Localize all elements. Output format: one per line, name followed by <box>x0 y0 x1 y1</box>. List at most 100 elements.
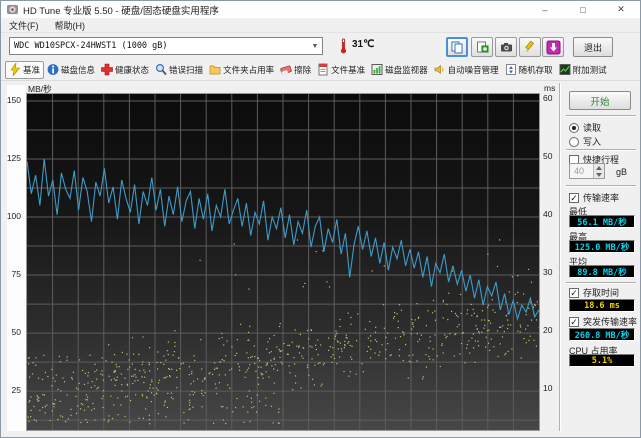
tab-label: 文件夹占用率 <box>223 64 275 75</box>
minimize-button[interactable]: – <box>526 1 564 18</box>
tab-folder-usage[interactable]: 文件夹占用率 <box>206 61 277 79</box>
access-time-display: 18.6 ms <box>569 299 635 312</box>
camera-icon <box>500 42 512 51</box>
chevron-down-icon: ▼ <box>311 42 319 50</box>
tab-benchmark[interactable]: 基准 <box>5 60 45 79</box>
y-axis-tick-label: 125 <box>6 152 21 163</box>
pencil-icon <box>524 40 534 52</box>
chart-plot-area <box>27 94 539 430</box>
tab-label: 磁盘信息 <box>61 64 96 75</box>
temperature-value: 31℃ <box>352 39 375 50</box>
tab-label: 基准 <box>23 64 41 75</box>
app-icon <box>7 4 18 15</box>
min-value-display: 56.1 MB/秒 <box>569 215 635 228</box>
close-button[interactable]: ✕ <box>602 1 640 18</box>
right-axis-unit-label: ms <box>544 83 556 93</box>
benchmark-panel: 开始 读取 写入 快捷行程 40 gB ✓ 传输速率 最低 56.1 MB/秒 … <box>559 83 639 431</box>
tab-label: 附加测试 <box>572 64 607 75</box>
capacity-spinner[interactable]: 40 <box>569 163 605 179</box>
screenshot-button[interactable] <box>495 37 517 57</box>
avg-value-display: 89.8 MB/秒 <box>569 265 635 278</box>
tab-bar: 基准 磁盘信息 健康状态 错误扫描 文件夹占用率 擦除 文件基准 磁盘监视器 自… <box>1 59 640 81</box>
checkbox-checked-icon: ✓ <box>569 316 579 327</box>
maximize-button[interactable]: □ <box>564 1 602 18</box>
eraser-icon <box>280 65 292 75</box>
copy-image-button[interactable] <box>471 37 493 57</box>
ms-axis-tick-label: 40 <box>543 209 553 219</box>
access-time-label: 存取时间 <box>583 288 620 298</box>
title-bar: HD Tune 专业版 5.50 - 硬盘/固态硬盘实用程序 – □ ✕ <box>1 1 640 18</box>
tab-file-benchmark[interactable]: 文件基准 <box>314 61 368 79</box>
access-time-checkbox[interactable]: ✓ 存取时间 <box>569 286 619 299</box>
start-button[interactable]: 开始 <box>569 91 631 110</box>
ms-axis-tick-label: 50 <box>543 151 553 161</box>
separator <box>566 282 636 284</box>
tab-disk-info[interactable]: 磁盘信息 <box>44 61 98 79</box>
benchmark-lightning-icon <box>10 63 21 76</box>
burst-rate-checkbox[interactable]: ✓ 突发传输速率 <box>569 315 637 328</box>
annotate-button[interactable] <box>519 37 541 57</box>
ms-axis-tick-label: 30 <box>543 267 553 277</box>
copy-button[interactable] <box>446 37 468 57</box>
tab-aam[interactable]: 自动噪音管理 <box>431 61 502 79</box>
separator <box>566 115 636 117</box>
radio-selected-icon <box>569 122 579 133</box>
tab-label: 错误扫描 <box>169 64 204 75</box>
spinner-up-icon[interactable] <box>594 164 604 171</box>
tab-extra-tests[interactable]: 附加测试 <box>556 61 610 79</box>
capacity-unit-label: gB <box>616 167 628 177</box>
drive-select[interactable]: WDC WD10SPCX-24HWST1 (1000 gB) ▼ <box>9 37 323 55</box>
menu-bar: 文件(F) 帮助(H) <box>1 18 640 33</box>
tab-label: 文件基准 <box>331 64 366 75</box>
save-arrow-icon <box>546 40 560 54</box>
menu-file[interactable]: 文件(F) <box>1 18 47 32</box>
read-radio[interactable]: 读取 <box>569 121 601 134</box>
random-access-icon <box>505 64 516 75</box>
spinner-buttons <box>593 164 604 178</box>
y-axis-tick-label: 25 <box>11 385 21 396</box>
tab-label: 自动噪音管理 <box>447 64 499 75</box>
save-button[interactable] <box>542 37 564 57</box>
tab-disk-monitor[interactable]: 磁盘监视器 <box>368 61 431 79</box>
toolbar: WDC WD10SPCX-24HWST1 (1000 gB) ▼ 31℃ 退出 <box>1 33 640 59</box>
read-radio-label: 读取 <box>583 123 602 133</box>
checkbox-checked-icon: ✓ <box>569 192 579 203</box>
thermometer-icon <box>340 38 347 54</box>
write-radio[interactable]: 写入 <box>569 135 601 148</box>
transfer-rate-label: 传输速率 <box>583 193 620 203</box>
ms-axis-tick-label: 60 <box>543 93 553 103</box>
tab-label: 磁盘监视器 <box>385 64 428 75</box>
extra-tests-icon <box>559 64 571 75</box>
monitor-chart-icon <box>371 64 383 75</box>
radio-unselected-icon <box>569 136 579 147</box>
copy-icon <box>451 41 462 53</box>
tab-health[interactable]: 健康状态 <box>98 61 152 79</box>
tab-label: 随机存取 <box>518 64 553 75</box>
tab-error-scan[interactable]: 错误扫描 <box>152 61 206 79</box>
y-axis-tick-label: 150 <box>6 94 21 105</box>
exit-button[interactable]: 退出 <box>573 37 613 57</box>
y-axis-tick-label: 100 <box>6 211 21 221</box>
tab-random-access[interactable]: 随机存取 <box>502 61 556 79</box>
cpu-usage-display: 5.1% <box>569 354 635 367</box>
separator <box>566 149 636 151</box>
burst-rate-display: 260.8 MB/秒 <box>569 328 635 341</box>
tab-label: 擦除 <box>294 64 312 75</box>
copy-image-icon <box>476 41 488 52</box>
ms-axis-tick-label: 10 <box>543 383 553 393</box>
disk-info-icon <box>47 64 59 75</box>
write-radio-label: 写入 <box>583 137 602 147</box>
benchmark-view: MB/秒 ms 150 125 100 75 50 25 60 50 40 30 20 10 开始 … <box>1 81 640 437</box>
y-axis-tick-label: 75 <box>11 269 21 280</box>
file-icon <box>318 63 328 76</box>
ms-axis-tick-label: 20 <box>543 325 553 335</box>
menu-help[interactable]: 帮助(H) <box>47 18 94 32</box>
tab-erase[interactable]: 擦除 <box>277 61 314 79</box>
drive-select-value: WDC WD10SPCX-24HWST1 (1000 gB) <box>14 41 168 51</box>
max-value-display: 125.0 MB/秒 <box>569 240 635 253</box>
transfer-rate-checkbox[interactable]: ✓ 传输速率 <box>569 191 619 204</box>
spinner-down-icon[interactable] <box>594 171 604 178</box>
speaker-icon <box>434 64 444 75</box>
health-cross-icon <box>101 63 113 76</box>
y-axis-tick-label: 50 <box>11 327 21 338</box>
